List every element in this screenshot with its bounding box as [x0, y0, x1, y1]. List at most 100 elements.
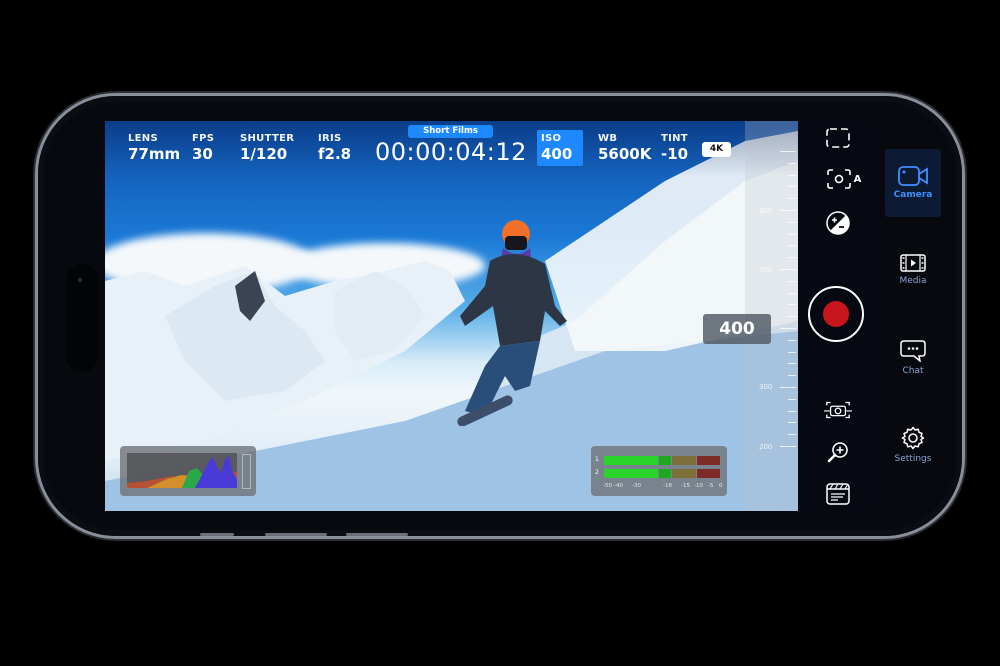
iso-scale-tick — [780, 387, 796, 388]
tab-label: Camera — [893, 190, 933, 200]
stat-value: 1/120 — [240, 145, 288, 163]
iso-scale-tick — [780, 210, 796, 211]
phone-volume-up-button — [265, 533, 327, 536]
auto-focus-button[interactable]: A — [824, 165, 864, 193]
frame-guides-icon — [826, 128, 850, 148]
audio-meter-channel-2 — [604, 469, 720, 478]
stat-shutter[interactable]: SHUTTER 1/120 — [240, 133, 294, 163]
iso-scale-tick — [788, 304, 796, 306]
stat-label: IRIS — [318, 133, 342, 144]
stabilization-button[interactable] — [824, 396, 852, 424]
stat-wb[interactable]: WB 5600K — [598, 133, 651, 163]
stat-label: ISO — [541, 133, 562, 144]
audio-db-label: -15 — [681, 483, 690, 489]
iso-current-value[interactable]: 400 — [703, 314, 771, 344]
audio-channel-label: 1 — [595, 456, 599, 463]
exposure-button[interactable] — [824, 209, 852, 237]
audio-channel-label: 2 — [595, 469, 599, 476]
stat-label: WB — [598, 133, 618, 144]
iso-scale-tick — [788, 280, 796, 282]
iso-scale-tick — [788, 233, 796, 235]
histogram-range-indicator — [242, 454, 251, 489]
iso-scale-tick — [788, 375, 796, 377]
iso-scale-tick — [780, 269, 796, 270]
audio-db-label: 0 — [719, 483, 723, 489]
stat-value: f2.8 — [318, 145, 352, 163]
stat-label: FPS — [192, 133, 215, 144]
iso-scale-tick — [788, 186, 796, 188]
stat-iso[interactable]: ISO 400 — [541, 133, 572, 163]
stat-value: 30 — [192, 145, 213, 163]
iso-scale-tick — [780, 446, 796, 447]
iso-tick-label: 500 — [759, 266, 773, 274]
iso-scale-tick — [788, 198, 796, 200]
audio-db-label: -50 — [603, 483, 612, 489]
iso-scale-tick — [788, 351, 796, 353]
project-name-badge[interactable]: Short Films — [408, 125, 493, 138]
iso-scale-tick — [788, 245, 796, 247]
zoom-button[interactable] — [824, 438, 852, 466]
iso-tick-label: 200 — [759, 443, 773, 451]
tab-camera[interactable]: Camera — [885, 149, 941, 217]
tab-label: Settings — [894, 454, 932, 464]
stat-value: 77mm — [128, 145, 181, 163]
record-icon — [823, 301, 849, 327]
iso-tick-label: 300 — [759, 383, 773, 391]
audio-db-label: -30 — [632, 483, 641, 489]
clapperboard-icon — [826, 483, 850, 505]
audio-db-label: -10 — [694, 483, 703, 489]
stat-label: TINT — [661, 133, 688, 144]
viewfinder[interactable]: LENS 77mm FPS 30 SHUTTER 1/120 IRIS f2.8… — [105, 121, 798, 511]
tab-media[interactable]: Media — [885, 236, 941, 304]
stat-value: 5600K — [598, 145, 652, 163]
stat-iris[interactable]: IRIS f2.8 — [318, 133, 351, 163]
gear-icon — [901, 426, 925, 450]
tab-settings[interactable]: Settings — [885, 411, 941, 479]
dynamic-island — [66, 264, 98, 372]
audio-meter-channel-1 — [604, 456, 720, 465]
iso-scale-tick — [788, 292, 796, 294]
clip-info-button[interactable] — [824, 480, 852, 508]
phone-side-button — [200, 533, 234, 536]
record-button[interactable] — [808, 286, 864, 342]
camera-controls-panel: A — [798, 121, 878, 511]
focus-auto-icon — [826, 169, 851, 189]
chat-icon — [900, 340, 926, 362]
stat-label: LENS — [128, 133, 158, 144]
iso-scale-tick — [788, 363, 796, 365]
stat-value: -10 — [661, 145, 689, 163]
audio-db-label: -5 — [708, 483, 714, 489]
resolution-badge[interactable]: 4K — [702, 142, 731, 157]
stat-lens[interactable]: LENS 77mm — [128, 133, 180, 163]
histogram[interactable] — [120, 446, 256, 496]
stat-label: SHUTTER — [240, 133, 295, 144]
zoom-in-icon — [827, 442, 848, 463]
iso-scale-tick — [788, 398, 796, 400]
iso-scale-tick — [788, 339, 796, 341]
audio-meter[interactable]: 1 2 -50 -40 -30 -18 -15 -10 -5 0 — [591, 446, 727, 496]
stat-tint[interactable]: TINT -10 — [661, 133, 688, 163]
scene-snowboarder — [457, 220, 567, 426]
iso-scale-tick — [788, 316, 796, 318]
auto-focus-badge: A — [853, 173, 862, 185]
timecode: 00:00:04:12 — [375, 138, 527, 166]
audio-db-label: -18 — [663, 483, 672, 489]
audio-db-label: -40 — [614, 483, 623, 489]
stat-fps[interactable]: FPS 30 — [192, 133, 214, 163]
iso-scale-tick — [780, 151, 796, 152]
iso-scale-tick — [788, 257, 796, 259]
frame-guides-button[interactable] — [824, 124, 852, 152]
tab-chat[interactable]: Chat — [885, 324, 941, 392]
video-camera-icon — [898, 166, 928, 186]
iso-tick-label: 600 — [759, 207, 773, 215]
tab-label: Chat — [902, 366, 924, 376]
iso-scale-tick — [788, 434, 796, 436]
histogram-plot — [127, 453, 237, 488]
navigation-tabs: Camera Media Chat Settings — [878, 121, 948, 511]
iso-scale-tick — [788, 174, 796, 176]
stat-value: 400 — [541, 145, 573, 163]
exposure-icon — [826, 211, 850, 235]
iso-scale-tick — [788, 410, 796, 412]
iso-scale-tick — [780, 328, 796, 329]
phone-volume-down-button — [346, 533, 408, 536]
